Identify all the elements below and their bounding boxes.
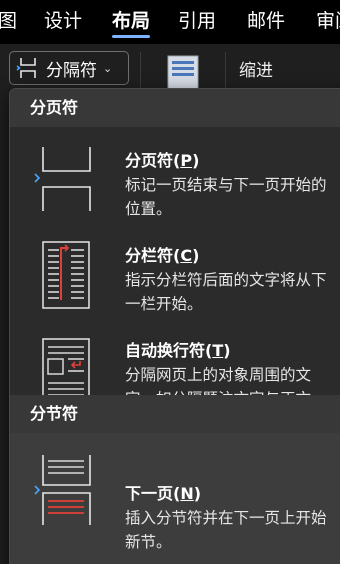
toolbar-divider: [140, 52, 141, 88]
next-page-section-icon: [34, 455, 96, 527]
column-break-icon: [34, 240, 96, 312]
tab-references[interactable]: 引用: [178, 8, 216, 34]
menu-item-description: 指示分栏符后面的文字将从下 一栏开始。: [125, 271, 327, 313]
indent-group-label: 缩进: [239, 61, 273, 81]
toolbar-divider: [225, 52, 226, 88]
page-breaks-header: 分页符: [10, 89, 340, 127]
breaks-menu: 分页符 分页符(P) 标记一页结束与下一页开始的 位置。 分栏符(C) 指示分栏…: [9, 88, 340, 564]
menu-item-title: 分栏符(C): [125, 246, 200, 265]
breaks-button-label: 分隔符: [46, 60, 97, 81]
menu-item-description: 标记一页结束与下一页开始的 位置。: [125, 176, 327, 218]
menu-item-title: 自动换行符(T): [125, 341, 231, 360]
menu-item-page-break[interactable]: 分页符(P) 标记一页结束与下一页开始的 位置。: [10, 127, 340, 226]
tab-review[interactable]: 审阅: [316, 8, 340, 34]
tab-layout-label: 布局: [112, 10, 151, 32]
menu-item-next-page[interactable]: 下一页(N) 插入分节符并在下一页上开始 新节。: [10, 433, 340, 564]
line-numbers-icon[interactable]: [165, 54, 203, 92]
page-break-icon: [16, 57, 40, 79]
ribbon-toolbar: 分隔符 ⌄ 缩进: [0, 44, 340, 92]
chevron-down-icon: ⌄: [103, 61, 113, 75]
breaks-dropdown-button[interactable]: 分隔符 ⌄: [9, 51, 129, 85]
active-tab-indicator: [112, 35, 151, 38]
menu-item-title: 下一页(N): [125, 484, 202, 503]
section-breaks-header: 分节符: [10, 395, 340, 433]
page-break-icon: [34, 143, 96, 215]
tab-design[interactable]: 设计: [44, 8, 82, 34]
tab-layout[interactable]: 布局: [112, 8, 151, 38]
menu-item-title: 分页符(P): [125, 151, 200, 170]
tab-picture-format[interactable]: 图: [0, 8, 17, 34]
menu-item-column-break[interactable]: 分栏符(C) 指示分栏符后面的文字将从下 一栏开始。: [10, 226, 340, 321]
tab-mailings[interactable]: 邮件: [247, 8, 285, 34]
menu-item-description: 插入分节符并在下一页上开始 新节。: [125, 509, 327, 551]
ribbon-tab-bar: 图 设计 布局 引用 邮件 审阅: [0, 0, 340, 44]
